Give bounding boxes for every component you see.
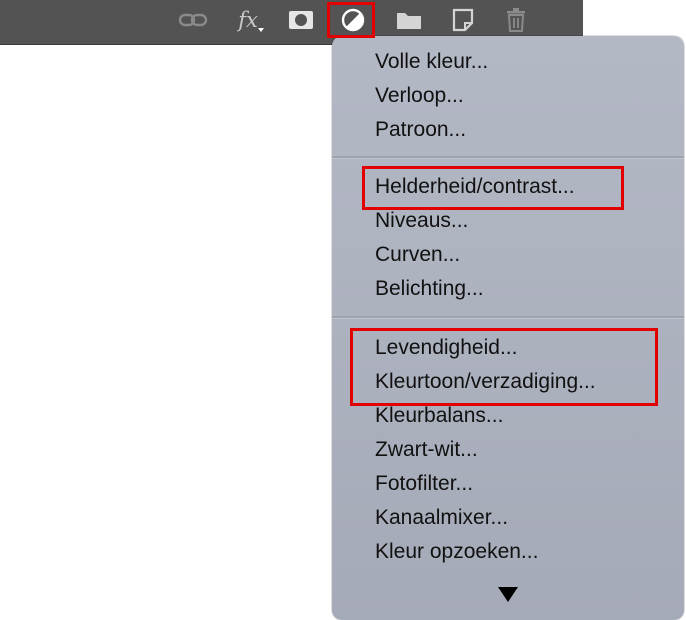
fx-icon: fx — [238, 7, 258, 32]
menu-item-kanaalmixer[interactable]: Kanaalmixer... — [375, 502, 654, 534]
menu-separator — [332, 316, 684, 319]
menu-item-fotofilter[interactable]: Fotofilter... — [375, 468, 654, 500]
menu-item-helderheid-contrast[interactable]: Helderheid/contrast... — [375, 171, 654, 203]
menu-item-niveaus[interactable]: Niveaus... — [375, 205, 654, 237]
new-layer-icon — [452, 8, 474, 32]
new-layer-button[interactable] — [446, 4, 480, 36]
menu-item-kleur-opzoeken[interactable]: Kleur opzoeken... — [375, 536, 654, 568]
delete-layer-button[interactable] — [500, 4, 532, 36]
link-icon — [178, 13, 208, 27]
menu-separator — [332, 156, 684, 159]
fx-dropdown-caret-icon — [258, 28, 264, 32]
new-adjustment-layer-button[interactable] — [333, 4, 373, 36]
menu-item-levendigheid[interactable]: Levendigheid... — [375, 332, 654, 364]
menu-item-zwart-wit[interactable]: Zwart-wit... — [375, 434, 654, 466]
fx-button[interactable]: fx — [230, 4, 266, 36]
menu-item-kleurbalans[interactable]: Kleurbalans... — [375, 400, 654, 432]
scroll-down-arrow-icon[interactable] — [498, 587, 518, 602]
link-layers-button[interactable] — [176, 4, 210, 36]
new-group-button[interactable] — [392, 4, 426, 36]
menu-item-kleurtoon-verzadiging[interactable]: Kleurtoon/verzadiging... — [375, 366, 654, 398]
menu-item-curven[interactable]: Curven... — [375, 239, 654, 271]
menu-item-patroon[interactable]: Patroon... — [375, 114, 654, 146]
menu-item-verloop[interactable]: Verloop... — [375, 80, 654, 112]
trash-icon — [507, 8, 525, 32]
mask-icon — [289, 11, 313, 29]
add-mask-button[interactable] — [285, 4, 317, 36]
menu-item-volle-kleur[interactable]: Volle kleur... — [375, 46, 654, 78]
adjustment-layer-menu: Volle kleur... Verloop... Patroon... Hel… — [332, 36, 684, 620]
adjustment-layer-icon — [341, 8, 365, 32]
folder-icon — [397, 13, 421, 29]
menu-item-belichting[interactable]: Belichting... — [375, 273, 654, 305]
